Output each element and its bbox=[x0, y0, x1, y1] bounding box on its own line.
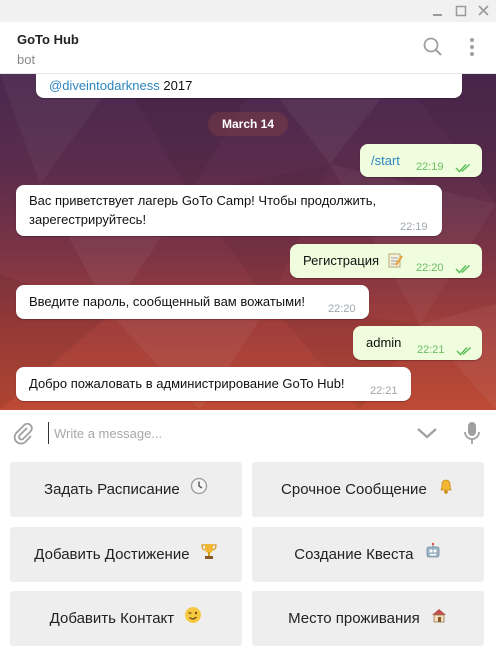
chat-header[interactable]: GoTo Hub bot bbox=[0, 22, 496, 74]
microphone-icon[interactable] bbox=[462, 420, 482, 451]
date-divider: March 14 bbox=[208, 112, 288, 136]
message-bubble-outgoing[interactable]: admin 22:21 bbox=[353, 326, 482, 360]
message-text-line: зарегестрируйтесь! bbox=[29, 212, 147, 227]
search-icon[interactable] bbox=[422, 36, 444, 63]
robot-icon bbox=[424, 528, 442, 583]
button-label: Добавить Контакт bbox=[49, 610, 175, 627]
message-text: Вас приветствует лагерь GoTo Camp! Чтобы… bbox=[29, 191, 376, 229]
message-time: 22:19 bbox=[416, 161, 444, 173]
double-check-icon bbox=[455, 260, 473, 279]
message-input[interactable] bbox=[48, 422, 354, 444]
chat-status: bot bbox=[17, 52, 36, 67]
house-icon bbox=[430, 592, 448, 647]
urgent-message-button[interactable]: Срочное Сообщение bbox=[252, 462, 484, 517]
message-text: Регистрация bbox=[303, 253, 379, 268]
keyboard-toggle-icon[interactable] bbox=[415, 426, 439, 445]
add-contact-button[interactable]: Добавить Контакт bbox=[10, 591, 242, 646]
more-vertical-icon[interactable] bbox=[464, 36, 480, 63]
message-bubble-outgoing[interactable]: /start 22:19 bbox=[360, 144, 482, 177]
message-list[interactable]: @diveintodarkness 2017 March 14 /start 2… bbox=[0, 74, 496, 410]
bot-keyboard: Задать Расписание Срочное Сообщение Доба… bbox=[0, 456, 496, 650]
message-time: 22:21 bbox=[370, 385, 398, 397]
button-label: Добавить Достижение bbox=[34, 546, 190, 563]
chat-title[interactable]: GoTo Hub bbox=[17, 32, 79, 47]
double-check-icon bbox=[455, 159, 473, 178]
attach-icon[interactable] bbox=[11, 421, 35, 450]
message-bubble-incoming[interactable]: @diveintodarkness 2017 bbox=[36, 74, 462, 98]
close-icon[interactable] bbox=[475, 2, 493, 20]
message-text: Добро пожаловать в администрирование GoT… bbox=[29, 376, 345, 391]
message-text: 2017 bbox=[159, 78, 193, 93]
button-label: Срочное Сообщение bbox=[281, 481, 427, 498]
schedule-button[interactable]: Задать Расписание bbox=[10, 462, 242, 517]
minimize-icon[interactable] bbox=[429, 2, 447, 20]
message-bubble-incoming[interactable]: Вас приветствует лагерь GoTo Camp! Чтобы… bbox=[16, 185, 442, 236]
trophy-icon bbox=[200, 528, 218, 583]
bell-icon bbox=[437, 463, 455, 518]
message-text: admin bbox=[366, 335, 402, 350]
message-time: 22:20 bbox=[328, 303, 356, 315]
button-label: Создание Квеста bbox=[294, 546, 414, 563]
message-time: 22:21 bbox=[417, 344, 445, 356]
create-quest-button[interactable]: Создание Квеста bbox=[252, 527, 484, 582]
button-label: Задать Расписание bbox=[44, 481, 180, 498]
message-time: 22:19 bbox=[400, 221, 428, 233]
maximize-icon[interactable] bbox=[452, 2, 470, 20]
command-link[interactable]: /start bbox=[371, 151, 400, 170]
message-bubble-incoming[interactable]: Введите пароль, сообщенный вам вожатыми!… bbox=[16, 285, 369, 319]
clock-icon bbox=[190, 463, 208, 518]
double-check-icon bbox=[456, 342, 474, 361]
message-text-line: Вас приветствует лагерь GoTo Camp! Чтобы… bbox=[29, 193, 377, 208]
mention-link[interactable]: @diveintodarkness bbox=[49, 78, 160, 93]
accommodation-button[interactable]: Место проживания bbox=[252, 591, 484, 646]
message-composer bbox=[0, 410, 496, 456]
button-label: Место проживания bbox=[288, 610, 420, 627]
message-time: 22:20 bbox=[416, 262, 444, 274]
memo-icon bbox=[387, 252, 403, 273]
message-bubble-outgoing[interactable]: Регистрация 22:20 bbox=[290, 244, 482, 278]
winking-face-icon bbox=[184, 592, 202, 647]
window-titlebar bbox=[0, 0, 496, 22]
message-bubble-incoming[interactable]: Добро пожаловать в администрирование GoT… bbox=[16, 367, 411, 401]
message-text: Введите пароль, сообщенный вам вожатыми! bbox=[29, 294, 305, 309]
add-achievement-button[interactable]: Добавить Достижение bbox=[10, 527, 242, 582]
